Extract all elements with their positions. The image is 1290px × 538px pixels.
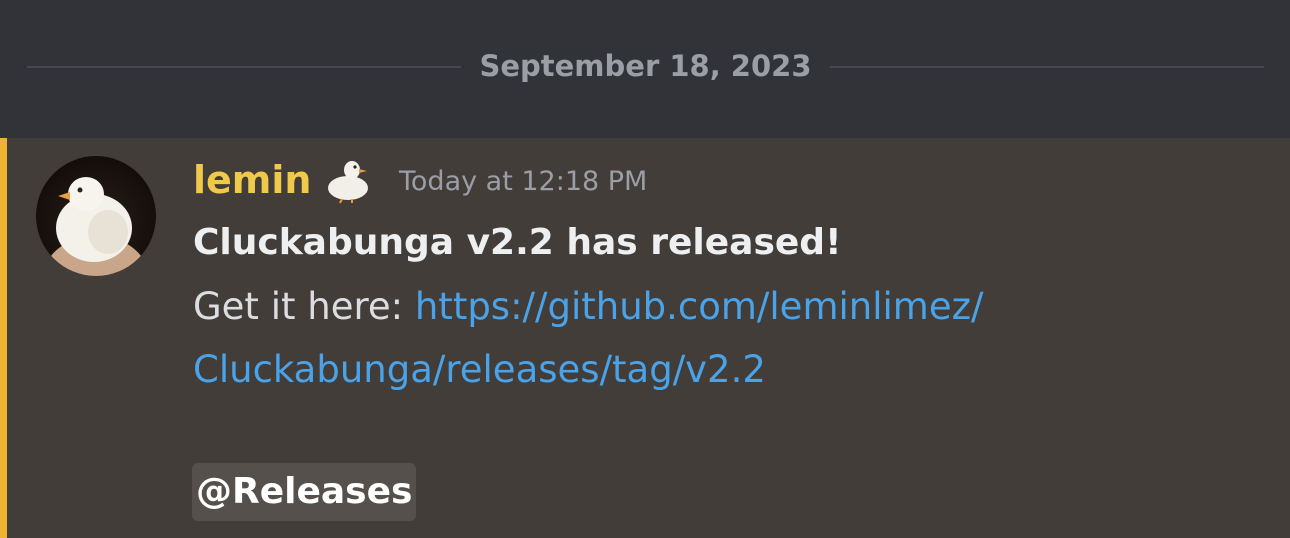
message-headline: Cluckabunga v2.2 has released!: [193, 222, 842, 263]
message-timestamp: Today at 12:18 PM: [399, 166, 648, 197]
message-prefix: Get it here:: [193, 285, 415, 328]
mention-highlight-bar: [0, 138, 7, 538]
message-body-line: Get it here: https://github.com/leminlim…: [193, 283, 983, 331]
duck-icon: [322, 152, 374, 204]
author-name[interactable]: lemin: [193, 156, 311, 204]
message-body-line: Cluckabunga/releases/tag/v2.2: [193, 346, 766, 394]
message: lemin Today at 12:18 PM Cluckabunga v2.2…: [0, 138, 1290, 538]
divider-line-right: [830, 66, 1264, 68]
avatar[interactable]: [36, 156, 156, 276]
role-mention[interactable]: @Releases: [192, 463, 417, 521]
divider-line-left: [27, 66, 461, 68]
release-link[interactable]: https://github.com/leminlimez/: [415, 285, 984, 328]
release-link-continued[interactable]: Cluckabunga/releases/tag/v2.2: [193, 348, 766, 391]
divider-date: September 18, 2023: [479, 49, 812, 83]
date-divider: September 18, 2023: [0, 0, 1290, 138]
